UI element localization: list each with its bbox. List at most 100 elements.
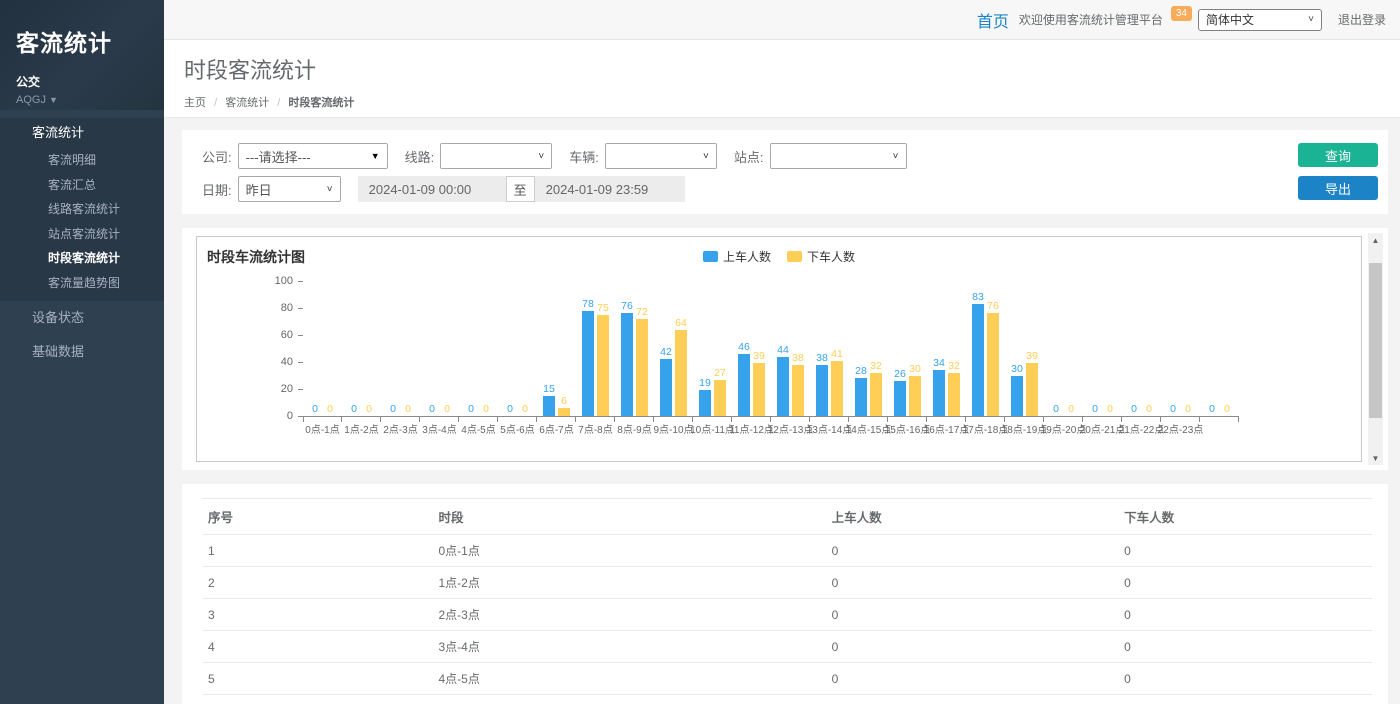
chart-bar-column: 0 <box>1104 403 1116 416</box>
x-axis-tick-label: 14点-15点 <box>849 417 888 435</box>
chart-bar-column: 0 <box>519 403 531 416</box>
chart-category: 42649点-10点 <box>654 281 693 435</box>
table-header-boarding: 上车人数 <box>826 499 1119 535</box>
chart-category: 443812点-13点 <box>771 281 810 435</box>
bar-value-label: 83 <box>972 291 984 303</box>
legend-item-boarding[interactable]: 上车人数 <box>703 248 771 265</box>
breadcrumb-section[interactable]: 客流统计 <box>225 97 269 109</box>
chevron-down-icon: ˅ <box>893 151 899 162</box>
chart-category: 00 <box>1200 281 1239 435</box>
breadcrumb-home[interactable]: 主页 <box>184 97 206 109</box>
chart-bar-column: 75 <box>597 302 609 416</box>
legend-item-alighting[interactable]: 下车人数 <box>787 248 855 265</box>
x-axis-tick-label <box>1200 417 1239 435</box>
line-select[interactable]: ˅ <box>440 143 552 169</box>
x-axis-tick-label: 16点-17点 <box>927 417 966 435</box>
bar-value-label: 6 <box>561 395 567 407</box>
chart-bar-column: 0 <box>1065 403 1077 416</box>
chart-category: 0022点-23点 <box>1161 281 1200 435</box>
company-select-value: ---请选择--- <box>246 147 311 166</box>
chart-category: 1566点-7点 <box>537 281 576 435</box>
scroll-up-arrow-icon[interactable]: ▲ <box>1368 233 1383 247</box>
date-preset-select[interactable]: 昨日 ˅ <box>238 176 341 202</box>
bar-value-label: 0 <box>366 403 372 415</box>
station-select[interactable]: ˅ <box>770 143 907 169</box>
x-axis-tick-label: 15点-16点 <box>888 417 927 435</box>
scrollbar-track[interactable] <box>1368 247 1383 451</box>
chart-category: 004点-5点 <box>459 281 498 435</box>
chart-category: 263015点-16点 <box>888 281 927 435</box>
scroll-down-arrow-icon[interactable]: ▼ <box>1368 451 1383 465</box>
page-title: 时段客流统计 <box>184 53 1400 85</box>
chart-category: 000点-1点 <box>303 281 342 435</box>
chart-bar-column: 0 <box>465 403 477 416</box>
sidebar-group-base-data: 基础数据 <box>0 335 164 369</box>
bar-value-label: 0 <box>312 403 318 415</box>
chart-bar-column: 0 <box>504 403 516 416</box>
bar-alighting <box>636 319 648 416</box>
sidebar-item-passenger-flow-stats[interactable]: 客流统计 <box>0 118 164 148</box>
sidebar-item-passenger-flow-summary[interactable]: 客流汇总 <box>0 173 164 198</box>
chart-bar-column: 30 <box>909 363 921 417</box>
table-cell: 0 <box>826 663 1119 695</box>
home-link[interactable]: 首页 <box>977 8 1009 32</box>
chart-bar-group: 00 <box>303 281 342 417</box>
bar-value-label: 32 <box>870 360 882 372</box>
scrollbar-thumb[interactable] <box>1369 263 1382 418</box>
date-to-input[interactable]: 2024-01-09 23:59 <box>535 176 685 202</box>
notification-badge[interactable]: 34 <box>1171 6 1192 21</box>
language-select[interactable]: 简体中文 ˅ <box>1198 9 1322 31</box>
table-cell: 0点-1点 <box>432 535 825 567</box>
chart-bar-column: 44 <box>777 344 789 416</box>
table-cell: 0 <box>1118 535 1372 567</box>
y-axis-tick: 40 <box>207 356 303 368</box>
bar-alighting <box>792 365 804 416</box>
bar-value-label: 38 <box>816 352 828 364</box>
export-button[interactable]: 导出 <box>1298 176 1378 200</box>
sidebar-item-station-passenger-stats[interactable]: 站点客流统计 <box>0 222 164 247</box>
y-axis-tick: 100 <box>207 275 303 287</box>
chart-bar-column: 0 <box>1182 403 1194 416</box>
bar-value-label: 0 <box>1107 403 1113 415</box>
sidebar-item-passenger-trend-chart[interactable]: 客流量趋势图 <box>0 271 164 296</box>
bar-value-label: 30 <box>1011 363 1023 375</box>
y-axis-tick-label: 40 <box>281 356 293 368</box>
chart-bar-column: 42 <box>660 346 672 416</box>
chart-bar-column: 32 <box>948 360 960 416</box>
table-cell: 5点-6点 <box>432 695 825 704</box>
date-from-input[interactable]: 2024-01-09 00:00 <box>358 176 506 202</box>
sidebar-item-base-data[interactable]: 基础数据 <box>0 335 164 369</box>
chart-bar-group: 00 <box>1122 281 1161 417</box>
bar-value-label: 0 <box>1146 403 1152 415</box>
bar-value-label: 28 <box>855 365 867 377</box>
chart-bar-group: 3039 <box>1005 281 1044 417</box>
bar-value-label: 39 <box>1026 350 1038 362</box>
vehicle-select[interactable]: ˅ <box>605 143 717 169</box>
bar-value-label: 0 <box>1170 403 1176 415</box>
bar-alighting <box>675 330 687 416</box>
sidebar-item-passenger-flow-detail[interactable]: 客流明细 <box>0 148 164 173</box>
org-code-dropdown[interactable]: AQGJ ▼ <box>16 94 148 106</box>
sidebar-group-passenger-flow-stats: 客流统计客流明细客流汇总线路客流统计站点客流统计时段客流统计客流量趋势图 <box>0 118 164 301</box>
sidebar-item-device-status[interactable]: 设备状态 <box>0 301 164 335</box>
table-cell: 0 <box>826 599 1119 631</box>
table-cell: 2 <box>202 567 432 599</box>
sidebar-item-period-passenger-stats[interactable]: 时段客流统计 <box>0 246 164 271</box>
chart-bar-group: 8376 <box>966 281 1005 417</box>
x-axis-tick-label: 9点-10点 <box>654 417 693 435</box>
bar-alighting <box>558 408 570 416</box>
table-cell: 0 <box>826 535 1119 567</box>
station-label: 站点: <box>734 147 764 166</box>
company-select[interactable]: ---请选择--- ▼ <box>238 143 388 169</box>
logout-link[interactable]: 退出登录 <box>1338 11 1386 28</box>
chart-bar-group: 1927 <box>693 281 732 417</box>
bar-boarding <box>933 370 945 416</box>
x-axis-tick-label: 17点-18点 <box>966 417 1005 435</box>
breadcrumb-separator: / <box>214 97 217 109</box>
chart-bar-column: 0 <box>363 403 375 416</box>
bar-value-label: 0 <box>1068 403 1074 415</box>
sidebar-item-line-passenger-stats[interactable]: 线路客流统计 <box>0 197 164 222</box>
x-axis-tick-label: 0点-1点 <box>303 417 342 435</box>
sidebar-profile: 客流统计 公交 AQGJ ▼ <box>0 0 164 110</box>
query-button[interactable]: 查询 <box>1298 143 1378 167</box>
